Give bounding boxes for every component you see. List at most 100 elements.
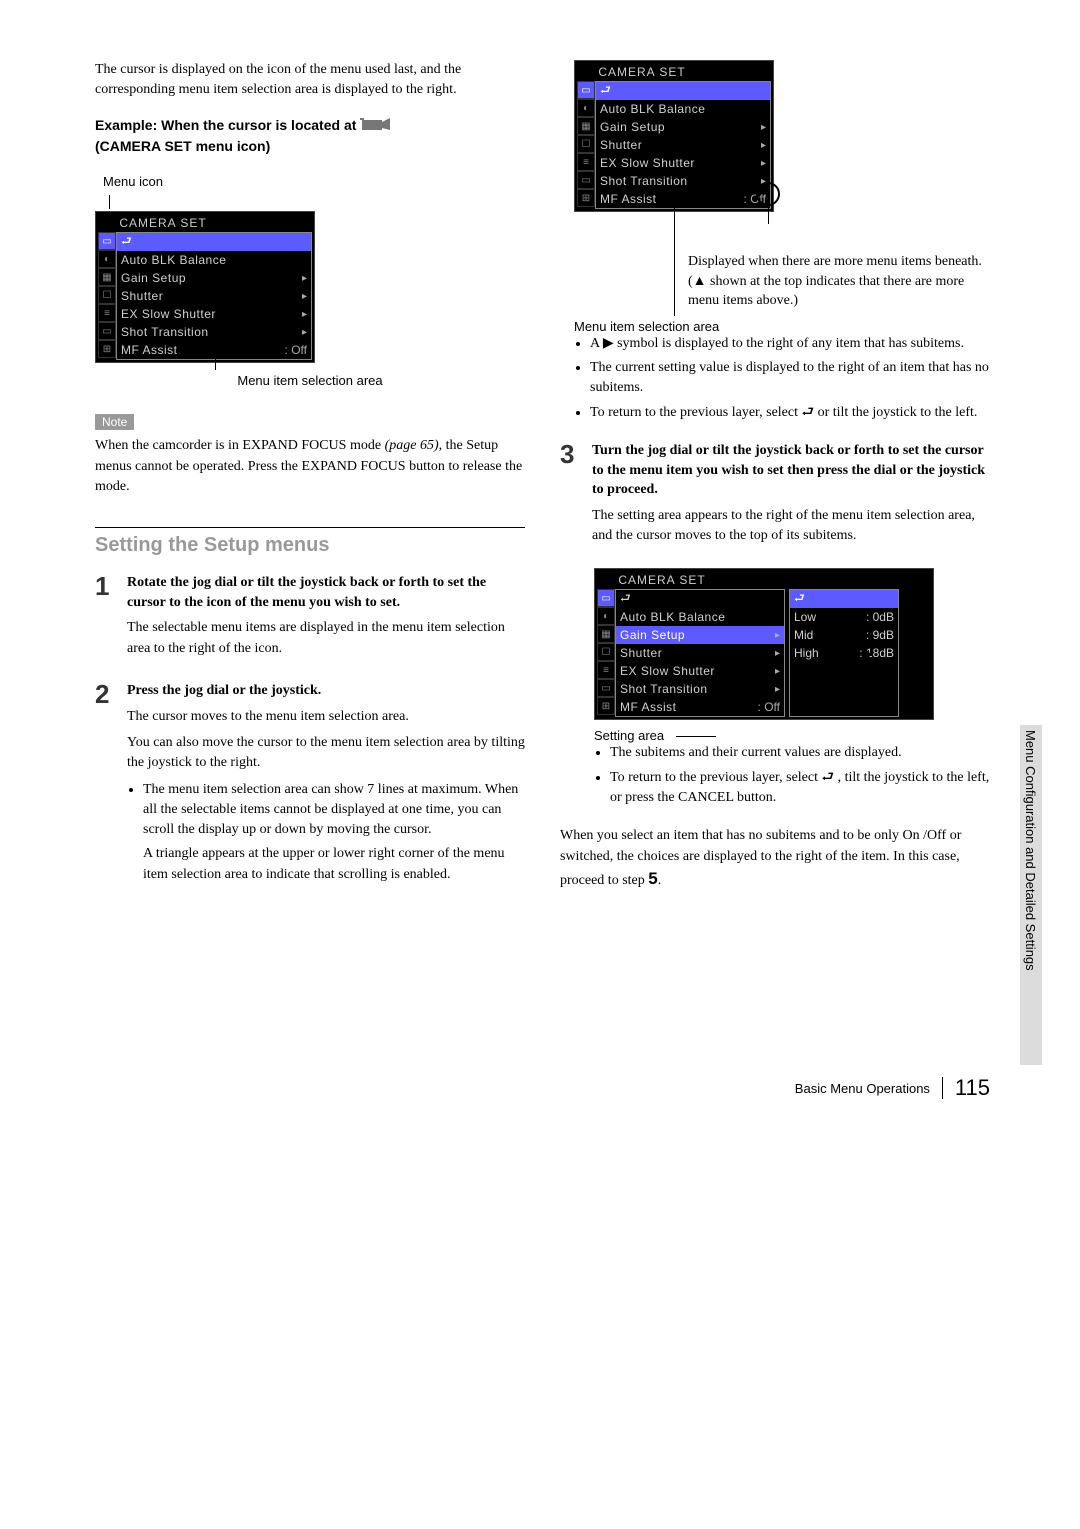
menu-row: ⮐: [596, 82, 770, 100]
step-desc: The cursor moves to the menu item select…: [127, 707, 525, 727]
side-icon: ≡: [577, 153, 595, 171]
step-title: Press the jog dial or the joystick.: [127, 681, 525, 701]
menu-item-selection-label: Menu item selection area: [574, 319, 990, 334]
footer: Basic Menu Operations 115: [95, 1075, 990, 1101]
menu-row: MF Assist: Off: [117, 341, 311, 359]
step-title: Turn the jog dial or tilt the joystick b…: [592, 441, 990, 500]
left-column: The cursor is displayed on the icon of t…: [95, 60, 525, 905]
menu-row: MF Assist: Off: [596, 190, 770, 208]
side-icon: ☐: [98, 286, 116, 304]
menu-row: Auto BLK Balance: [596, 100, 770, 118]
side-icons: ▭ ◐ ▦ ☐ ≡ ▭ ⊞: [98, 232, 116, 360]
menu-screenshot-2: CAMERA SET ▭ ◐ ▦ ☐ ≡ ▭ ⊞ ⮐ Auto BLK Bala…: [574, 60, 990, 212]
step-desc: The selectable menu items are displayed …: [127, 618, 525, 659]
setting-row: Low: 0dB: [790, 608, 898, 626]
side-icon: ▦: [597, 625, 615, 643]
side-icon: ◐: [98, 250, 116, 268]
pointer-line: [109, 195, 110, 209]
side-icon: ≡: [597, 661, 615, 679]
menu-items: ⮐ Auto BLK Balance Gain Setup▸ Shutter▸ …: [615, 589, 785, 717]
step2-bullets: The menu item selection area can show 7 …: [127, 780, 525, 885]
side-icon: ◐: [597, 607, 615, 625]
selection-bullets: A ▶ symbol is displayed to the right of …: [574, 334, 990, 423]
intro-paragraph: The cursor is displayed on the icon of t…: [95, 60, 525, 101]
menu-row: MF Assist: Off: [616, 698, 784, 716]
menu-row: Gain Setup▸: [616, 626, 784, 644]
side-icon: ▦: [98, 268, 116, 286]
setting-row: ⮐: [790, 590, 898, 608]
bullet-item: To return to the previous layer, select …: [610, 768, 990, 809]
settings-area: ⮐ Low: 0dB Mid: 9dB High: 18dB: [789, 589, 899, 717]
bullet-item: A ▶ symbol is displayed to the right of …: [590, 334, 990, 354]
menu-screenshot-1: CAMERA SET ▭ ◐ ▦ ☐ ≡ ▭ ⊞ ⮐ Auto BLK Bala…: [95, 211, 525, 363]
side-icon: ▦: [577, 117, 595, 135]
menu-row: Shutter▸: [616, 644, 784, 662]
menu-screenshot-3: CAMERA SET ▭ ◐ ▦ ☐ ≡ ▭ ⊞ ⮐ Auto BLK Bala…: [594, 568, 990, 720]
menu-row: Shot Transition▸: [117, 323, 311, 341]
side-icon: ▭: [98, 322, 116, 340]
menu-row: Shutter▸: [117, 287, 311, 305]
side-icon: ◐: [577, 99, 595, 117]
example-line1: Example: When the cursor is located at: [95, 117, 356, 133]
side-icons: ▭ ◐ ▦ ☐ ≡ ▭ ⊞: [577, 81, 595, 209]
side-icon: ▭: [577, 81, 595, 99]
side-icon: ⊞: [98, 340, 116, 358]
example-line2: (CAMERA SET menu icon): [95, 138, 270, 154]
step-number: 1: [95, 573, 113, 665]
bullet-item: The current setting value is displayed t…: [590, 358, 990, 399]
sub-paragraph: A triangle appears at the upper or lower…: [143, 844, 525, 885]
note-text: When the camcorder is in EXPAND FOCUS mo…: [95, 436, 525, 497]
menu-row: Gain Setup▸: [596, 118, 770, 136]
side-icons: ▭ ◐ ▦ ☐ ≡ ▭ ⊞: [597, 589, 615, 717]
menu-row: Shot Transition▸: [596, 172, 770, 190]
step-3: 3 Turn the jog dial or tilt the joystick…: [560, 441, 990, 552]
menu-items: ⮐ Auto BLK Balance Gain Setup▸ Shutter▸ …: [116, 232, 312, 360]
menu-title: CAMERA SET: [597, 571, 931, 589]
side-icon: ▭: [577, 171, 595, 189]
setting-bullets: The subitems and their current values ar…: [594, 743, 990, 808]
scroll-indicator-ring: [756, 182, 780, 206]
menu-title: CAMERA SET: [98, 214, 312, 232]
bullet-item: To return to the previous layer, select …: [590, 403, 990, 423]
step-desc: The setting area appears to the right of…: [592, 506, 990, 547]
step-title: Rotate the jog dial or tilt the joystick…: [127, 573, 525, 612]
menu-icon-label: Menu icon: [103, 174, 525, 189]
right-column: CAMERA SET ▭ ◐ ▦ ☐ ≡ ▭ ⊞ ⮐ Auto BLK Bala…: [560, 60, 990, 905]
note-badge: Note: [95, 414, 134, 430]
menu-title: CAMERA SET: [577, 63, 771, 81]
side-icon: ☐: [577, 135, 595, 153]
closing-paragraph: When you select an item that has no subi…: [560, 826, 990, 891]
menu-row: EX Slow Shutter▸: [596, 154, 770, 172]
footer-divider: [942, 1077, 943, 1099]
side-tab-label: Menu Configuration and Detailed Settings: [1023, 730, 1038, 971]
menu-row: Auto BLK Balance: [616, 608, 784, 626]
scroll-note-text: Displayed when there are more menu items…: [680, 252, 990, 311]
side-icon: ▭: [98, 232, 116, 250]
step-1: 1 Rotate the jog dial or tilt the joysti…: [95, 573, 525, 665]
side-icon: ▭: [597, 679, 615, 697]
menu-items: ⮐ Auto BLK Balance Gain Setup▸ Shutter▸ …: [595, 81, 771, 209]
menu-row: Shot Transition▸: [616, 680, 784, 698]
section-heading: Setting the Setup menus: [95, 527, 525, 557]
menu-row: Auto BLK Balance: [117, 251, 311, 269]
menu-row: EX Slow Shutter▸: [616, 662, 784, 680]
menu-row: ⮐: [117, 233, 311, 251]
side-icon: ⊞: [577, 189, 595, 207]
step-number: 3: [560, 441, 578, 552]
menu-row: Gain Setup▸: [117, 269, 311, 287]
side-icon: ≡: [98, 304, 116, 322]
setting-area-label: Setting area: [594, 728, 990, 743]
step-number: 2: [95, 681, 113, 889]
page-number: 115: [955, 1075, 990, 1101]
bullet-item: The subitems and their current values ar…: [610, 743, 990, 763]
menu-row: Shutter▸: [596, 136, 770, 154]
camera-set-icon: [360, 115, 392, 138]
example-heading: Example: When the cursor is located at (…: [95, 115, 525, 157]
side-icon: ☐: [597, 643, 615, 661]
setting-row: Mid: 9dB: [790, 626, 898, 644]
selection-area-label: Menu item selection area: [95, 373, 525, 388]
side-icon: ⊞: [597, 697, 615, 715]
step-2: 2 Press the jog dial or the joystick. Th…: [95, 681, 525, 889]
step-desc: You can also move the cursor to the menu…: [127, 733, 525, 774]
side-icon: ▭: [597, 589, 615, 607]
